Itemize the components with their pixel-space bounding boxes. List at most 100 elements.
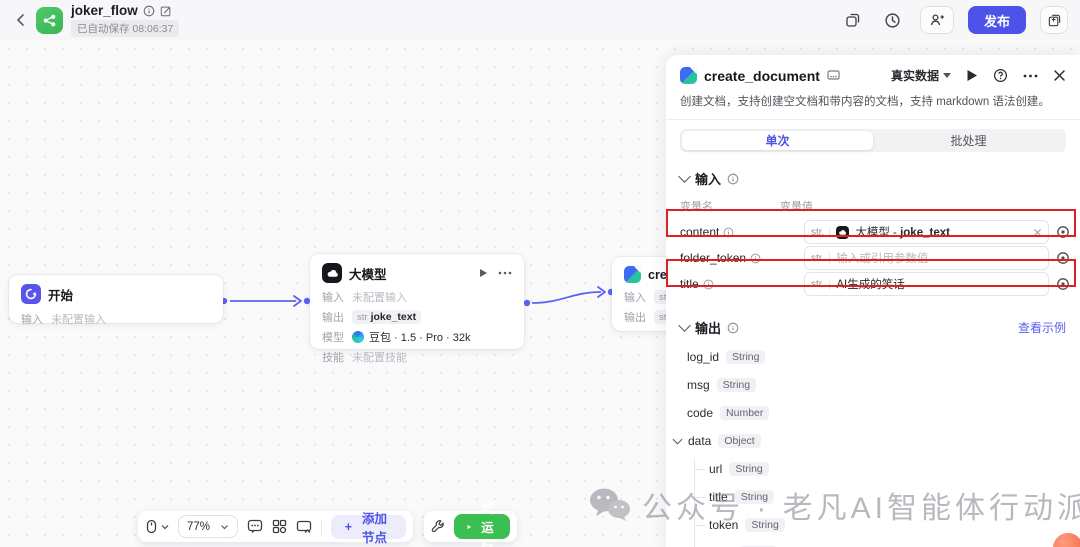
col-variable-name: 变量名 bbox=[680, 201, 713, 213]
help-icon[interactable] bbox=[993, 68, 1008, 83]
var-name-content: content bbox=[680, 225, 720, 239]
test-run-button[interactable]: 试运行 bbox=[454, 502, 510, 547]
info-icon bbox=[724, 227, 734, 237]
more-icon[interactable] bbox=[1023, 74, 1038, 78]
play-icon bbox=[467, 524, 472, 529]
caret-down-icon bbox=[943, 73, 951, 78]
info-icon bbox=[703, 279, 714, 289]
start-input-value: 未配置输入 bbox=[51, 314, 106, 326]
chevron-down-icon bbox=[221, 524, 228, 529]
publish-button[interactable]: 发布 bbox=[967, 6, 1026, 34]
edit-icon[interactable] bbox=[160, 5, 172, 17]
cursor-mode-button[interactable] bbox=[145, 519, 169, 534]
create-input-label: 输入 bbox=[624, 292, 646, 304]
content-value-input[interactable]: str. 大模型 - joke_text bbox=[804, 220, 1049, 244]
llm-output-badge: str joke_text bbox=[352, 310, 422, 324]
folder-token-placeholder: 输入或引用参数值 bbox=[836, 253, 929, 265]
collect-icon[interactable] bbox=[1040, 6, 1068, 34]
zoom-value: 77% bbox=[187, 520, 211, 533]
input-row-content: content str. 大模型 - joke_text bbox=[680, 219, 1070, 245]
output-field-code: code Number bbox=[687, 403, 1066, 423]
zoom-select[interactable]: 77% bbox=[178, 515, 239, 538]
debug-tools-icon[interactable] bbox=[431, 519, 446, 534]
input-section-header[interactable]: 输入 bbox=[666, 152, 1080, 188]
node-start[interactable]: 开始 输入 未配置输入 bbox=[9, 275, 223, 326]
llm-skill-value: 未配置技能 bbox=[352, 352, 407, 364]
rename-card-icon[interactable] bbox=[827, 70, 840, 81]
llm-node-icon bbox=[322, 263, 342, 283]
start-input-label: 输入 bbox=[21, 314, 43, 326]
canvas-toolbar: 77% + 添加节点 bbox=[138, 511, 413, 545]
chevron-down-icon bbox=[678, 170, 691, 183]
reference-toggle-icon[interactable] bbox=[1056, 251, 1070, 265]
start-node-icon bbox=[21, 284, 41, 304]
top-bar: joker_flow 已自动保存 08:06:37 发布 bbox=[0, 0, 1080, 40]
close-icon[interactable] bbox=[1053, 69, 1066, 82]
clear-icon[interactable] bbox=[1033, 228, 1042, 237]
llm-model-value: 豆包 · 1.5 · Pro · 32k bbox=[369, 332, 471, 344]
reference-toggle-icon[interactable] bbox=[1056, 225, 1070, 239]
auto-layout-icon[interactable] bbox=[272, 519, 287, 534]
duplicate-icon[interactable] bbox=[840, 7, 866, 33]
node-config-panel: create_document 真实数据 创建文档，支持创建空文档和带内容的文档… bbox=[666, 55, 1080, 547]
panel-run-icon[interactable] bbox=[966, 69, 978, 82]
history-icon[interactable] bbox=[880, 7, 906, 33]
tab-single[interactable]: 单次 bbox=[682, 131, 873, 150]
create-output-label: 输出 bbox=[624, 312, 646, 324]
type-tag: str. bbox=[811, 278, 831, 290]
info-icon[interactable] bbox=[143, 5, 155, 17]
mode-tabs: 单次 批处理 bbox=[680, 129, 1066, 152]
output-field-msg: msg String bbox=[687, 375, 1066, 395]
llm-model-label: 模型 bbox=[322, 332, 344, 344]
column-headers: 变量名 变量值 bbox=[666, 188, 1080, 214]
type-tag: str. bbox=[811, 226, 831, 238]
add-node-button[interactable]: + 添加节点 bbox=[330, 512, 406, 545]
tab-batch[interactable]: 批处理 bbox=[873, 131, 1064, 150]
llm-input-label: 输入 bbox=[322, 292, 344, 304]
info-icon bbox=[727, 173, 739, 184]
info-icon bbox=[750, 253, 761, 263]
output-section-title: 输出 bbox=[695, 321, 722, 336]
llm-run-icon[interactable] bbox=[478, 268, 488, 278]
node-llm[interactable]: 大模型 输入 未配置输入 输出 str joke_text 模型 豆包 · 1.5… bbox=[310, 254, 524, 364]
info-icon bbox=[727, 322, 739, 333]
data-mode-dropdown[interactable]: 真实数据 bbox=[891, 67, 951, 84]
add-node-label: 添加节点 bbox=[362, 511, 388, 545]
view-example-link[interactable]: 查看示例 bbox=[1018, 319, 1066, 336]
run-toolbar: 试运行 bbox=[424, 502, 517, 547]
llm-output-label: 输出 bbox=[322, 312, 344, 324]
var-name-folder-token: folder_token bbox=[680, 251, 747, 265]
toolbar-divider bbox=[321, 518, 322, 535]
plus-icon: + bbox=[344, 519, 353, 534]
comment-icon[interactable] bbox=[247, 519, 263, 534]
output-section-header[interactable]: 输出 查看示例 bbox=[666, 297, 1080, 337]
workflow-app-icon bbox=[36, 6, 63, 34]
panel-title: create_document bbox=[704, 67, 820, 84]
input-section-title: 输入 bbox=[695, 172, 722, 187]
input-row-folder-token: folder_token str. 输入或引用参数值 bbox=[680, 245, 1070, 271]
folder-token-value-input[interactable]: str. 输入或引用参数值 bbox=[804, 246, 1049, 270]
output-field-log-id: log_id String bbox=[687, 347, 1066, 367]
llm-ref-icon bbox=[836, 225, 850, 239]
type-tag: str. bbox=[811, 252, 831, 264]
flow-title: joker_flow bbox=[71, 3, 138, 18]
panel-divider bbox=[666, 119, 1080, 120]
var-name-title: title bbox=[680, 277, 699, 291]
panel-description: 创建文档，支持创建空文档和带内容的文档，支持 markdown 语法创建。 bbox=[680, 96, 1050, 108]
start-node-title: 开始 bbox=[48, 288, 74, 303]
output-field-type: typeString bbox=[709, 543, 1066, 547]
output-field-token: token String bbox=[695, 515, 1066, 535]
reference-toggle-icon[interactable] bbox=[1056, 277, 1070, 291]
llm-more-icon[interactable] bbox=[498, 271, 512, 275]
create-doc-panel-icon bbox=[680, 67, 697, 84]
doubao-model-icon bbox=[352, 331, 364, 343]
test-run-label: 试运行 bbox=[481, 502, 494, 547]
title-value-input[interactable]: str. AI生成的笑话 bbox=[804, 272, 1049, 296]
collaborate-button[interactable] bbox=[919, 6, 954, 34]
output-field-data[interactable]: data Object bbox=[672, 431, 1066, 451]
back-button[interactable] bbox=[10, 9, 32, 31]
minimap-icon[interactable] bbox=[296, 520, 312, 534]
chevron-down-icon bbox=[678, 319, 691, 332]
llm-node-title: 大模型 bbox=[349, 267, 387, 282]
output-field-url: url String bbox=[695, 459, 1066, 479]
